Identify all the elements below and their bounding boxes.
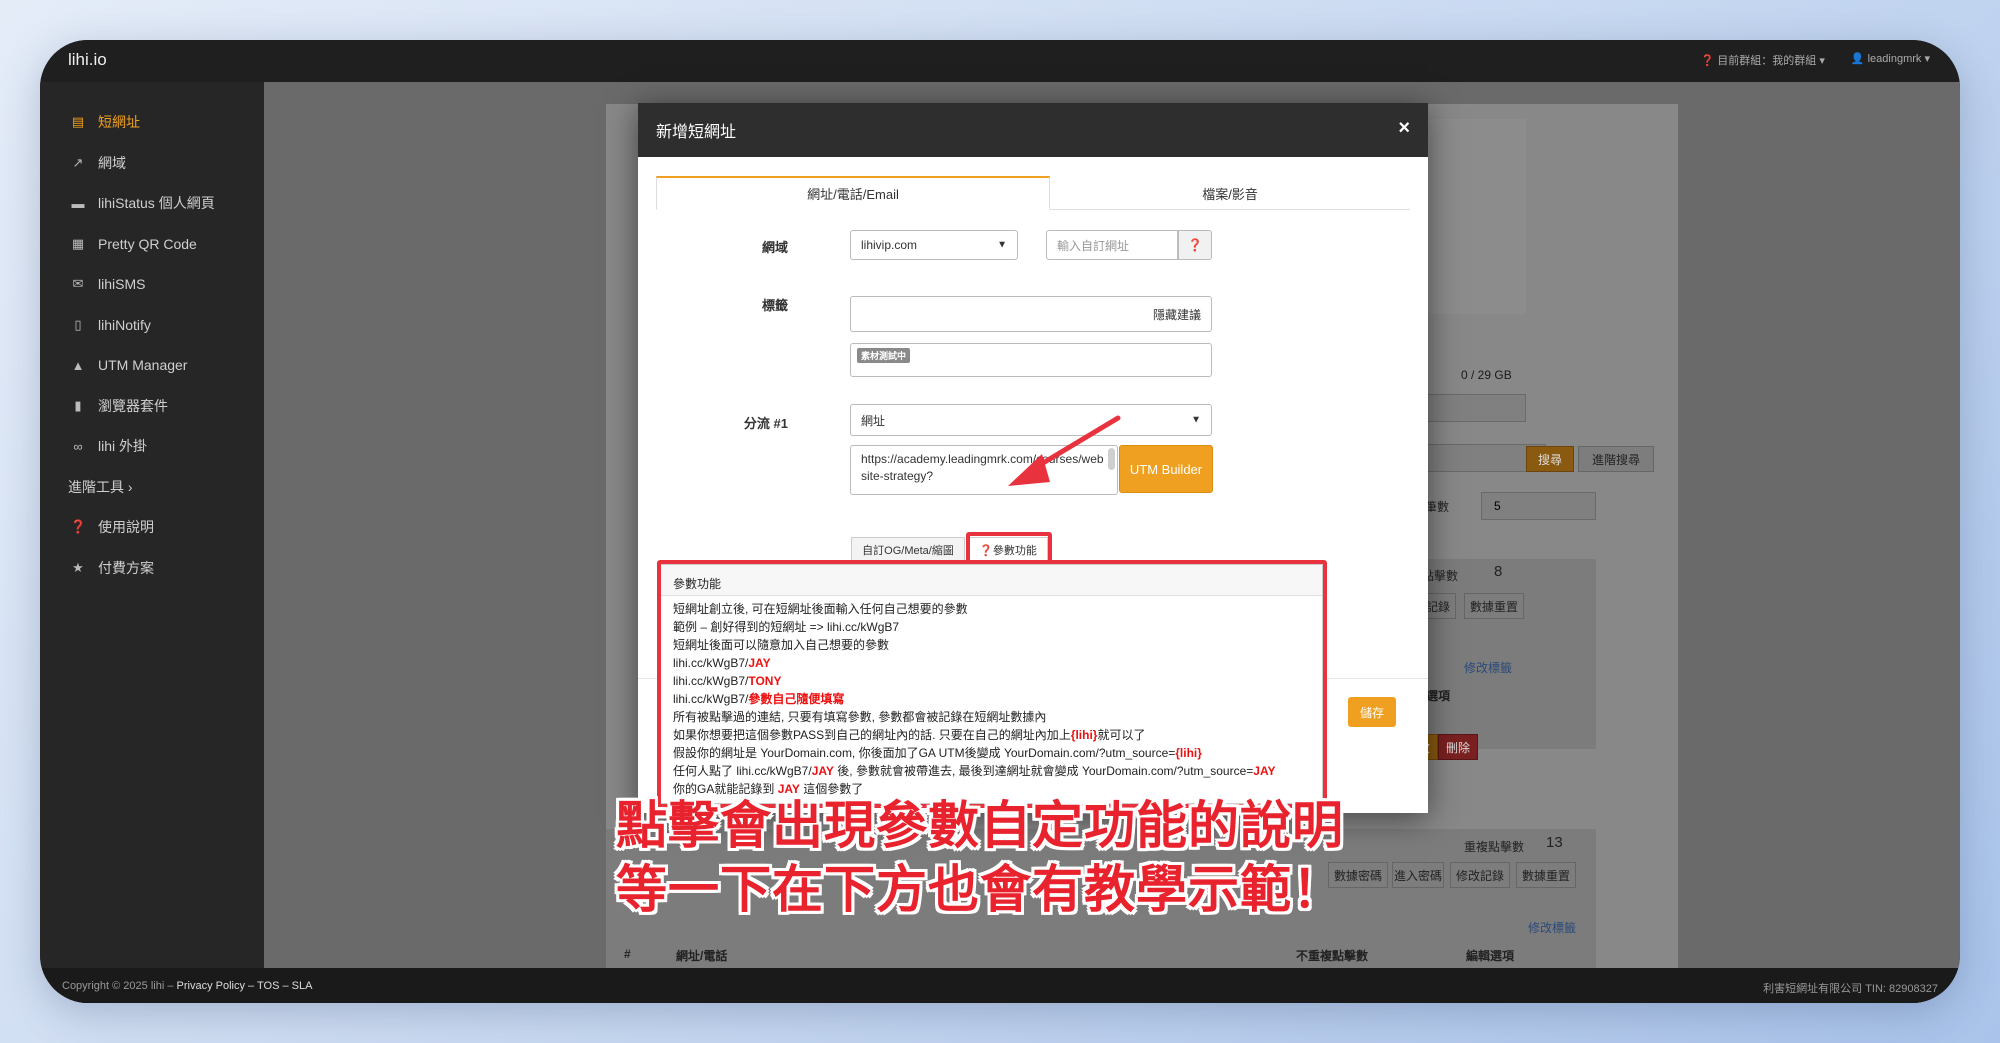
footer-links[interactable]: Privacy Policy – TOS – SLA bbox=[177, 980, 313, 992]
custom-slug-input[interactable]: 輸入自訂網址 bbox=[1046, 230, 1178, 260]
help-icon[interactable]: ❓ bbox=[1178, 230, 1212, 260]
sidebar-item-9[interactable]: 進階工具 › bbox=[40, 467, 264, 508]
reset-data-button-2[interactable]: 數據重置 bbox=[1516, 862, 1576, 888]
sidebar-item-6[interactable]: ▲ UTM Manager bbox=[40, 345, 264, 386]
footer: Copyright © 2025 lihi – Privacy Policy –… bbox=[40, 968, 1960, 1003]
phone-icon: ▯ bbox=[74, 316, 82, 332]
sidebar-item-label: 使用說明 bbox=[98, 519, 154, 536]
tag-chip[interactable]: 素材測試中 bbox=[857, 348, 911, 363]
edit-options-header-2: 編輯選項 bbox=[1466, 949, 1515, 963]
sidebar-item-label: 瀏覽器套件 bbox=[98, 397, 168, 414]
bars-icon: ▬ bbox=[71, 195, 85, 211]
user-menu[interactable]: 👤 leadingmrk ▾ bbox=[1851, 52, 1930, 68]
enter-password-button-2[interactable]: 進入密碼 bbox=[1392, 862, 1444, 888]
tags-label: 標籤 bbox=[761, 298, 788, 313]
advanced-search-button[interactable]: 進階搜尋 bbox=[1578, 446, 1654, 472]
sidebar-item-11[interactable]: ★ 付費方案 bbox=[40, 548, 264, 589]
tag-suggestions-box: 素材測試中 bbox=[850, 343, 1212, 377]
per-page-select[interactable]: 5 bbox=[1481, 492, 1596, 520]
split-type-value: 網址 bbox=[861, 413, 886, 428]
save-button[interactable]: 儲存 bbox=[1348, 697, 1396, 727]
sidebar-item-3[interactable]: ▦ Pretty QR Code bbox=[40, 224, 264, 265]
dup-clicks-value-2: 13 bbox=[1546, 834, 1563, 851]
user-name: leadingmrk bbox=[1867, 53, 1922, 65]
col-url-header: 網址/電話 bbox=[676, 949, 728, 963]
group-selector[interactable]: ❓ 目前群組：我的群組 ▾ bbox=[1701, 52, 1825, 68]
reset-data-button[interactable]: 數據重置 bbox=[1464, 593, 1524, 619]
sidebar-item-8[interactable]: ∞ lihi 外掛 bbox=[40, 426, 264, 467]
sidebar-item-label: 網域 bbox=[98, 154, 126, 171]
hide-suggest-link[interactable]: 隱藏建議 bbox=[1153, 306, 1201, 323]
sidebar-item-5[interactable]: ▯ lihiNotify bbox=[40, 305, 264, 346]
sidebar: ▤ 短網址 ↗ 網域 ▬ lihiStatus 個人網頁 ▦ Pretty QR Code ✉ l… bbox=[40, 82, 264, 968]
modal-title: 新增短網址 bbox=[656, 124, 737, 141]
domain-value: lihivip.com bbox=[861, 238, 918, 252]
brand-logo[interactable]: lihi.io bbox=[68, 50, 107, 70]
sidebar-item-7[interactable]: ▮ 瀏覽器套件 bbox=[40, 386, 264, 427]
envelope-icon: ✉ bbox=[72, 276, 84, 292]
list-icon: ▤ bbox=[71, 114, 85, 130]
caption-line-1: 點擊會出現參數自定功能的說明 bbox=[616, 797, 1345, 856]
chevron-down-icon: ▼ bbox=[997, 239, 1007, 251]
sidebar-item-0[interactable]: ▤ 短網址 bbox=[40, 102, 264, 143]
delete-button[interactable]: 刪除 bbox=[1438, 734, 1478, 760]
storage-usage: 0 / 29 GB bbox=[1461, 368, 1512, 382]
edit-log-button-2[interactable]: 修改記錄 bbox=[1450, 862, 1510, 888]
external-link-icon: ↗ bbox=[72, 154, 84, 170]
sidebar-item-label: lihiNotify bbox=[98, 316, 151, 333]
tab-url-phone-email[interactable]: 網址/電話/Email bbox=[656, 176, 1050, 210]
close-icon[interactable]: × bbox=[1398, 117, 1410, 140]
company-info: 利害短網址有限公司 TIN: 82908327 bbox=[1763, 983, 1938, 995]
dup-clicks-value: 8 bbox=[1494, 563, 1503, 580]
edit-tags-link[interactable]: 修改標籤 bbox=[1464, 659, 1512, 676]
qr-code-icon: ▦ bbox=[71, 235, 85, 251]
domain-label: 網域 bbox=[761, 240, 788, 255]
caption-line-2: 等一下在下方也會有教學示範！ bbox=[616, 861, 1345, 920]
search-button[interactable]: 搜尋 bbox=[1526, 446, 1574, 472]
sidebar-item-1[interactable]: ↗ 網域 bbox=[40, 143, 264, 184]
per-page-value: 5 bbox=[1494, 499, 1501, 513]
link-icon: ∞ bbox=[73, 438, 83, 454]
split-label: 分流 #1 bbox=[743, 416, 788, 431]
modal-tabs: 網址/電話/Email 檔案/影音 bbox=[656, 176, 1410, 210]
tags-input[interactable]: 隱藏建議 bbox=[850, 296, 1212, 332]
sidebar-item-label: UTM Manager bbox=[98, 357, 188, 374]
domain-select[interactable]: lihivip.com ▼ bbox=[850, 230, 1018, 260]
utm-icon: ▲ bbox=[71, 357, 85, 373]
col-unique-header: 不重複點擊數 bbox=[1296, 949, 1369, 963]
sidebar-item-label: 進階工具 › bbox=[68, 478, 133, 495]
sidebar-item-label: lihi 外掛 bbox=[98, 438, 148, 455]
bookmark-icon: ▮ bbox=[74, 397, 82, 413]
sidebar-item-label: Pretty QR Code bbox=[98, 235, 197, 252]
copyright-text: Copyright © 2025 lihi – bbox=[62, 980, 177, 992]
question-icon: ❓ bbox=[70, 519, 87, 535]
sidebar-item-label: 付費方案 bbox=[98, 559, 154, 576]
sidebar-item-10[interactable]: ❓ 使用說明 bbox=[40, 507, 264, 548]
star-icon: ★ bbox=[72, 559, 84, 575]
group-label: 目前群組：我的群組 bbox=[1717, 55, 1817, 67]
chevron-down-icon: ▼ bbox=[1191, 414, 1201, 426]
modal-header: 新增短網址 × bbox=[638, 103, 1428, 157]
sidebar-item-2[interactable]: ▬ lihiStatus 個人網頁 bbox=[40, 183, 264, 224]
sidebar-item-label: lihiSMS bbox=[98, 276, 146, 293]
pointer-arrow-icon bbox=[1008, 415, 1121, 486]
tab-file-media[interactable]: 檔案/影音 bbox=[1050, 176, 1410, 210]
sidebar-item-4[interactable]: ✉ lihiSMS bbox=[40, 264, 264, 305]
top-navbar: lihi.io ❓ 目前群組：我的群組 ▾ 👤 leadingmrk ▾ bbox=[40, 40, 1960, 82]
highlight-box-popover bbox=[657, 560, 1327, 808]
col-hash-header: # bbox=[624, 947, 631, 961]
sidebar-item-label: 短網址 bbox=[98, 114, 140, 131]
edit-tags-link-2[interactable]: 修改標籤 bbox=[1528, 919, 1576, 936]
utm-builder-button[interactable]: UTM Builder bbox=[1119, 445, 1213, 493]
sidebar-item-label: lihiStatus 個人網頁 bbox=[98, 195, 215, 212]
app-window: lihi.io ❓ 目前群組：我的群組 ▾ 👤 leadingmrk ▾ ▤ 短網… bbox=[40, 40, 1960, 1003]
dup-clicks-label-2: 重複點擊數 bbox=[1464, 840, 1525, 854]
